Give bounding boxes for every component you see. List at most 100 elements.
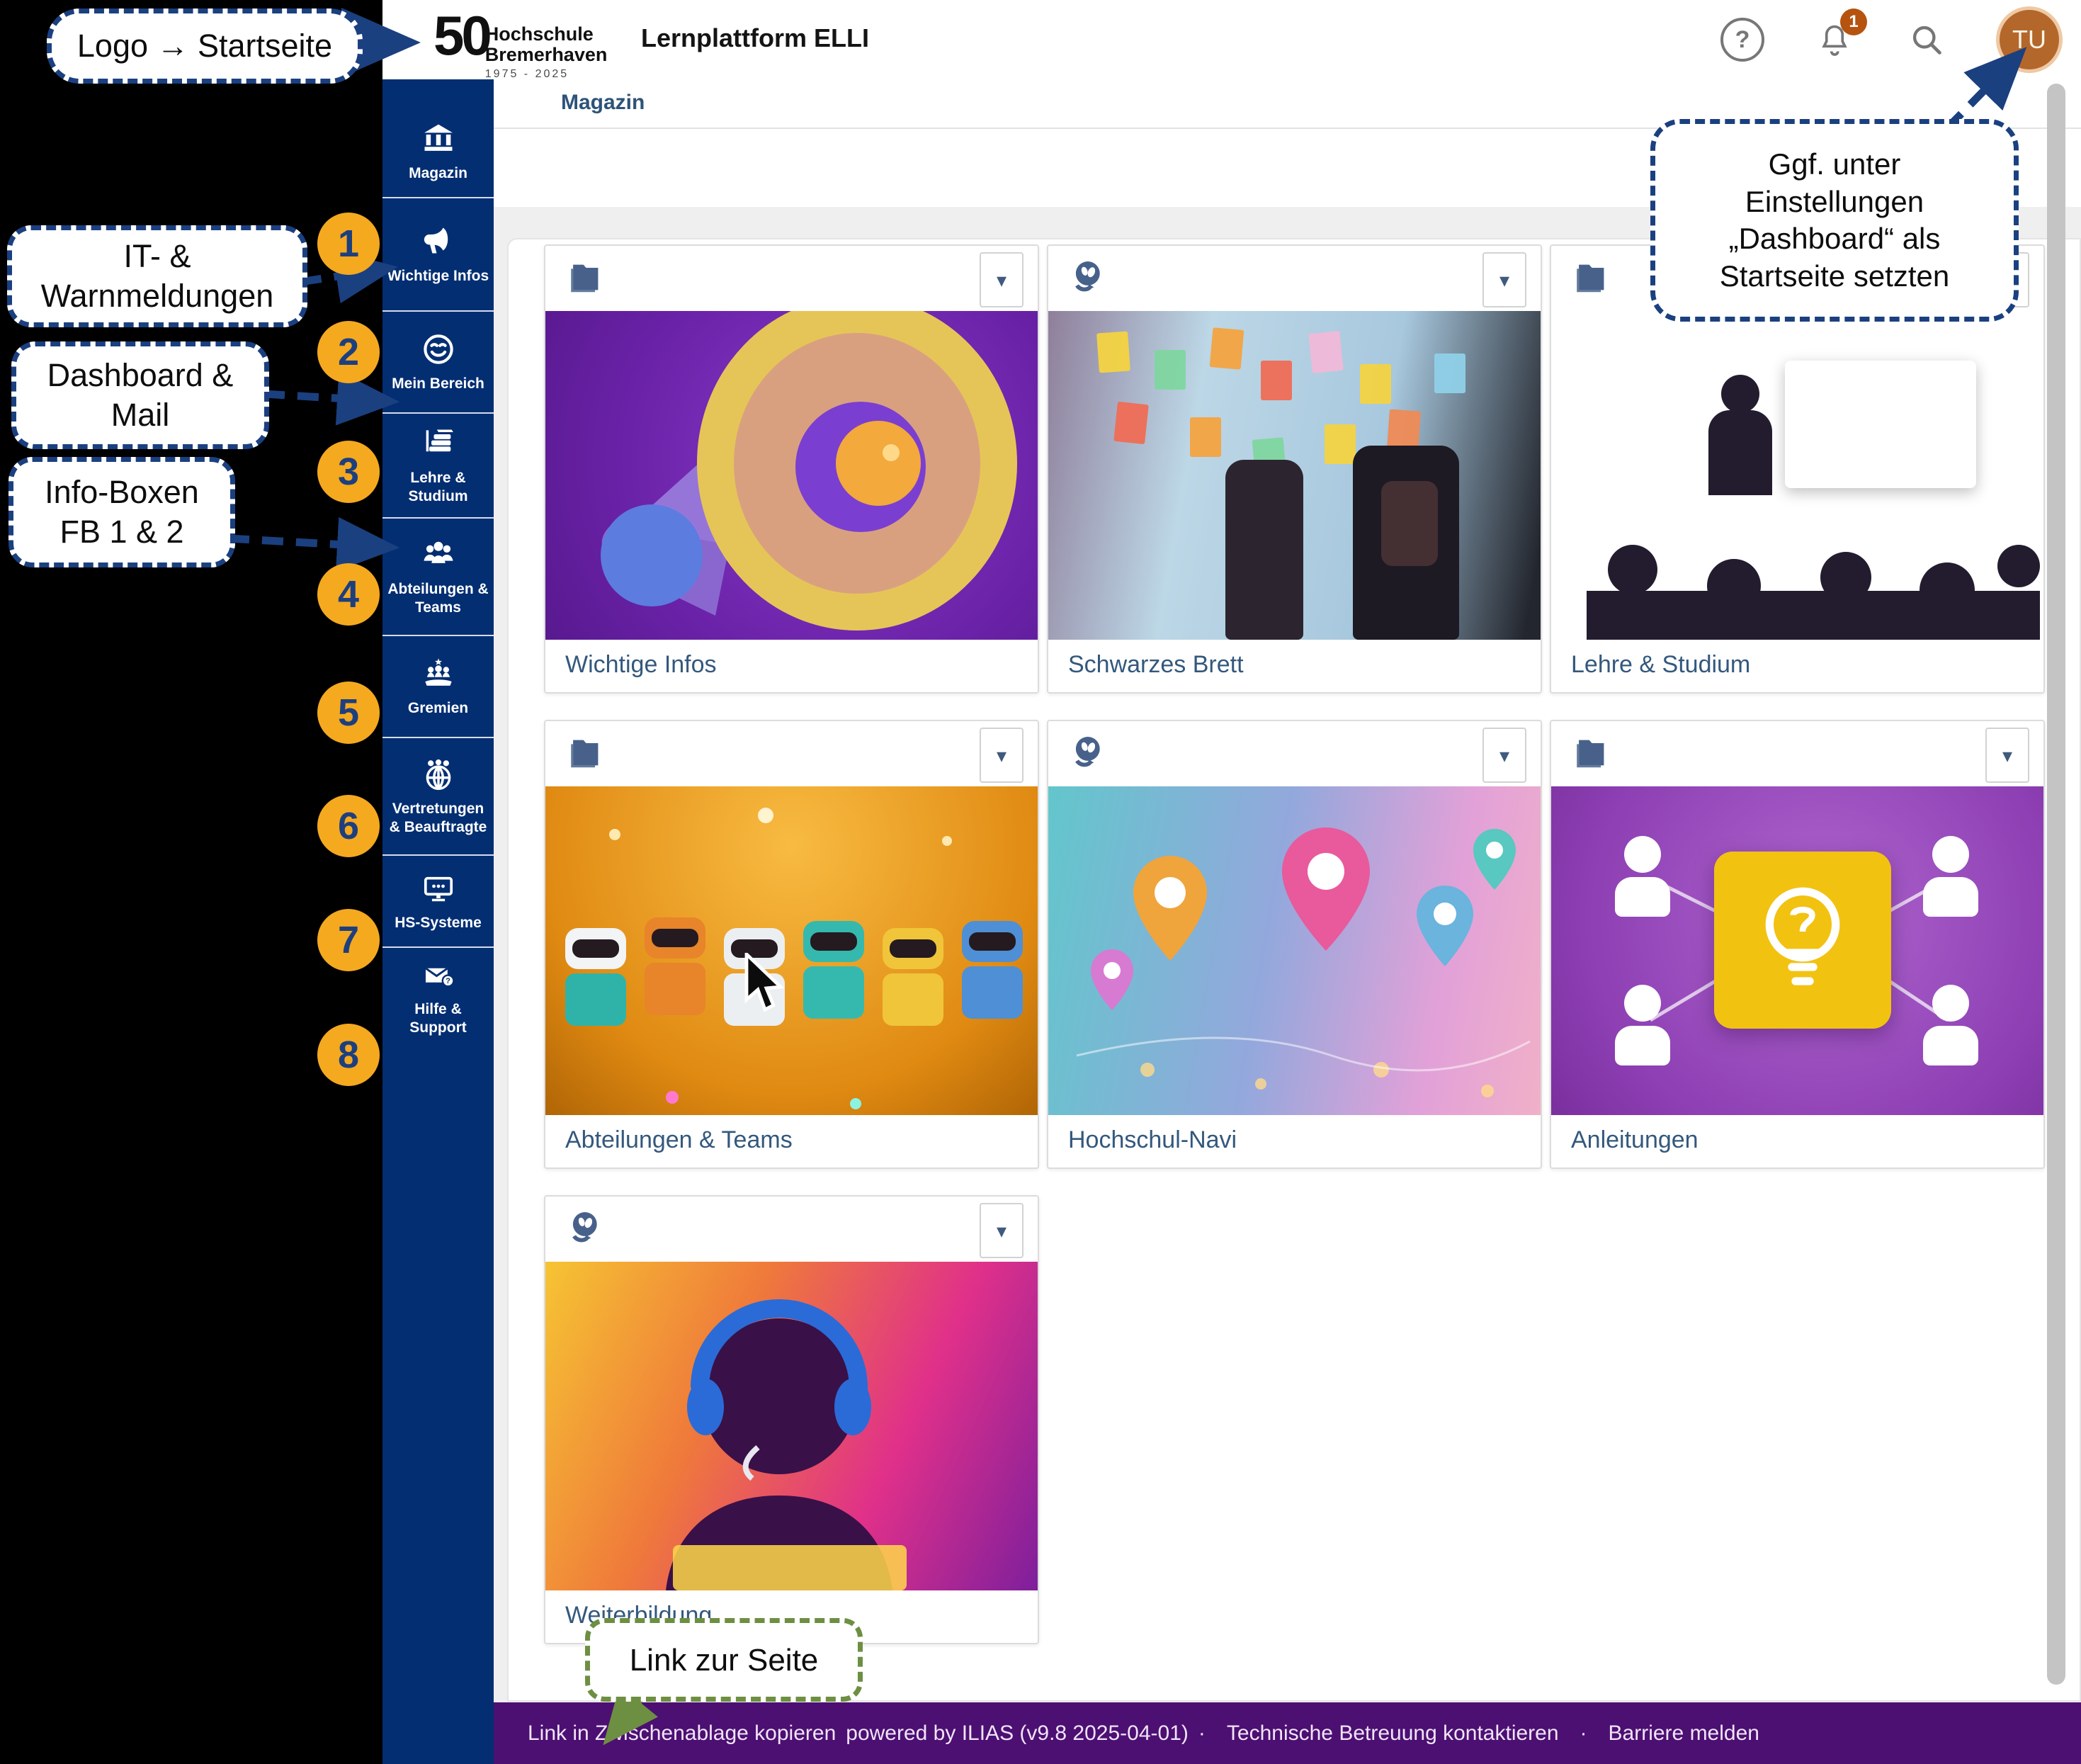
breadcrumb-item-magazin[interactable]: Magazin bbox=[561, 91, 645, 115]
weblink-icon bbox=[1068, 733, 1109, 774]
annotated-screenshot: 50 Hochschule Bremerhaven 1975 - 2025 Le… bbox=[0, 0, 2081, 1764]
chevron-down-icon: ▾ bbox=[997, 744, 1007, 767]
card-image[interactable] bbox=[545, 786, 1038, 1115]
toolbar-strip bbox=[494, 129, 2081, 207]
help-icon: ? bbox=[1720, 18, 1764, 62]
card-actions-dropdown[interactable]: ▾ bbox=[1482, 728, 1526, 783]
card-image[interactable] bbox=[1048, 786, 1541, 1115]
chevron-down-icon: ▾ bbox=[997, 268, 1007, 292]
footer-separator: · bbox=[1580, 1721, 1587, 1746]
globe-people-icon bbox=[420, 756, 457, 793]
chevron-down-icon: ▾ bbox=[1499, 268, 1509, 292]
card-actions-dropdown[interactable]: ▾ bbox=[1985, 252, 2029, 307]
chevron-down-icon: ▾ bbox=[2002, 744, 2012, 767]
svg-text:?: ? bbox=[446, 977, 450, 985]
sidebar-item-magazin[interactable]: Magazin bbox=[382, 106, 494, 197]
callout-infoboxen: Info-Boxen FB 1 & 2 bbox=[8, 457, 235, 567]
card-abteilungen-teams[interactable]: ▾ bbox=[544, 720, 1039, 1169]
notifications-button[interactable]: 1 bbox=[1812, 17, 1857, 62]
folder-icon bbox=[565, 257, 606, 298]
card-weiterbildung[interactable]: ▾ Weiterbildung bbox=[544, 1195, 1039, 1644]
logo-name-line2: Bremerhaven bbox=[485, 45, 608, 65]
card-title[interactable]: Wichtige Infos bbox=[545, 640, 1038, 690]
card-actions-dropdown[interactable]: ▾ bbox=[1985, 728, 2029, 783]
card-title[interactable]: Schwarzes Brett bbox=[1048, 640, 1541, 690]
footer-link-copy[interactable]: Link in Zwischenablage kopieren bbox=[528, 1721, 836, 1746]
smiley-icon bbox=[420, 331, 457, 368]
card-title[interactable]: Abteilungen & Teams bbox=[545, 1115, 1038, 1165]
committee-icon bbox=[420, 655, 457, 692]
card-image[interactable] bbox=[545, 1262, 1038, 1590]
card-lehre-studium[interactable]: ▾ Lehre & Studium bbox=[1550, 244, 2045, 694]
annotation-number-4: 4 bbox=[317, 563, 380, 626]
card-image[interactable] bbox=[1048, 311, 1541, 640]
annotation-number-5: 5 bbox=[317, 682, 380, 744]
folder-icon bbox=[1571, 257, 1612, 298]
sidebar: Magazin Wichtige Infos Mein Bereich Lehr… bbox=[382, 79, 494, 1764]
callout-it-warnmeldungen: IT- & Warnmeldungen bbox=[7, 225, 307, 327]
sidebar-item-hilfe-support[interactable]: ? Hilfe & Support bbox=[382, 946, 494, 1048]
card-actions-dropdown[interactable]: ▾ bbox=[980, 728, 1024, 783]
sidebar-item-mein-bereich[interactable]: Mein Bereich bbox=[382, 310, 494, 412]
sidebar-item-wichtige-infos[interactable]: Wichtige Infos bbox=[382, 197, 494, 310]
card-actions-dropdown[interactable]: ▾ bbox=[1482, 252, 1526, 307]
books-icon bbox=[420, 425, 457, 462]
mail-help-icon: ? bbox=[420, 959, 457, 993]
search-icon bbox=[1908, 21, 1945, 58]
card-actions-dropdown[interactable]: ▾ bbox=[980, 1203, 1024, 1258]
annotation-number-6: 6 bbox=[317, 795, 380, 857]
card-title[interactable]: Weiterbildung bbox=[545, 1590, 1038, 1641]
sidebar-item-abteilungen-teams[interactable]: Abteilungen & Teams bbox=[382, 517, 494, 635]
folder-icon bbox=[565, 733, 606, 774]
sidebar-item-hs-systeme[interactable]: HS-Systeme bbox=[382, 854, 494, 946]
callout-dashboard-mail: Dashboard & Mail bbox=[11, 341, 269, 449]
logo-50: 50 bbox=[433, 6, 489, 65]
breadcrumb: Magazin bbox=[494, 79, 2081, 129]
weblink-icon bbox=[1068, 257, 1109, 298]
card-image[interactable] bbox=[545, 311, 1038, 640]
card-wichtige-infos[interactable]: ▾ Wichtige Infos bbox=[544, 244, 1039, 694]
page-title: Lernplattform ELLI bbox=[641, 23, 869, 53]
annotation-number-2: 2 bbox=[317, 321, 380, 383]
card-title[interactable]: Lehre & Studium bbox=[1551, 640, 2043, 690]
folder-icon bbox=[1571, 733, 1612, 774]
help-button[interactable]: ? bbox=[1720, 17, 1765, 62]
logo-name-line1: Hochschule bbox=[485, 24, 608, 45]
people-group-icon bbox=[420, 536, 457, 573]
card-image[interactable] bbox=[1551, 786, 2043, 1115]
university-logo[interactable]: 50 Hochschule Bremerhaven 1975 - 2025 bbox=[433, 6, 607, 81]
callout-logo-startseite: Logo → Startseite bbox=[47, 9, 363, 84]
card-grid: ▾ Wichtige Infos bbox=[544, 244, 2042, 1644]
main-content: Magazin ▾ bbox=[494, 79, 2081, 1764]
card-title[interactable]: Anleitungen bbox=[1551, 1115, 2043, 1165]
annotation-number-7: 7 bbox=[317, 909, 380, 971]
sidebar-item-lehre-studium[interactable]: Lehre & Studium bbox=[382, 412, 494, 517]
card-anleitungen[interactable]: ▾ A bbox=[1550, 720, 2045, 1169]
footer-link-barrier[interactable]: Barriere melden bbox=[1609, 1721, 1759, 1746]
search-button[interactable] bbox=[1904, 17, 1949, 62]
top-bar: 50 Hochschule Bremerhaven 1975 - 2025 Le… bbox=[382, 0, 2081, 81]
card-schwarzes-brett[interactable]: ▾ bbox=[1047, 244, 1542, 694]
annotation-number-8: 8 bbox=[317, 1024, 380, 1086]
weblink-icon bbox=[565, 1208, 606, 1249]
bank-icon bbox=[420, 120, 457, 157]
mouse-cursor bbox=[744, 953, 789, 1012]
footer-link-support[interactable]: Technische Betreuung kontaktieren bbox=[1227, 1721, 1559, 1746]
notification-badge: 1 bbox=[1840, 9, 1867, 35]
footer-powered: powered by ILIAS (v9.8 2025-04-01) bbox=[846, 1721, 1189, 1746]
footer-separator: · bbox=[1198, 1721, 1206, 1746]
vertical-scrollbar[interactable] bbox=[2047, 84, 2065, 1685]
card-actions-dropdown[interactable]: ▾ bbox=[980, 252, 1024, 307]
card-image[interactable] bbox=[1551, 311, 2043, 640]
annotation-number-1: 1 bbox=[317, 213, 380, 275]
card-hochschul-navi[interactable]: ▾ bbox=[1047, 720, 1542, 1169]
chevron-down-icon: ▾ bbox=[997, 1219, 1007, 1243]
monitor-password-icon bbox=[420, 870, 457, 907]
sidebar-item-vertretungen[interactable]: Vertretungen & Beauftragte bbox=[382, 737, 494, 854]
card-title[interactable]: Hochschul-Navi bbox=[1048, 1115, 1541, 1165]
annotation-number-3: 3 bbox=[317, 441, 380, 503]
chevron-down-icon: ▾ bbox=[1499, 744, 1509, 767]
avatar[interactable]: TU bbox=[1996, 6, 2063, 73]
sidebar-item-gremien[interactable]: Gremien bbox=[382, 635, 494, 737]
megaphone-icon bbox=[420, 223, 457, 260]
